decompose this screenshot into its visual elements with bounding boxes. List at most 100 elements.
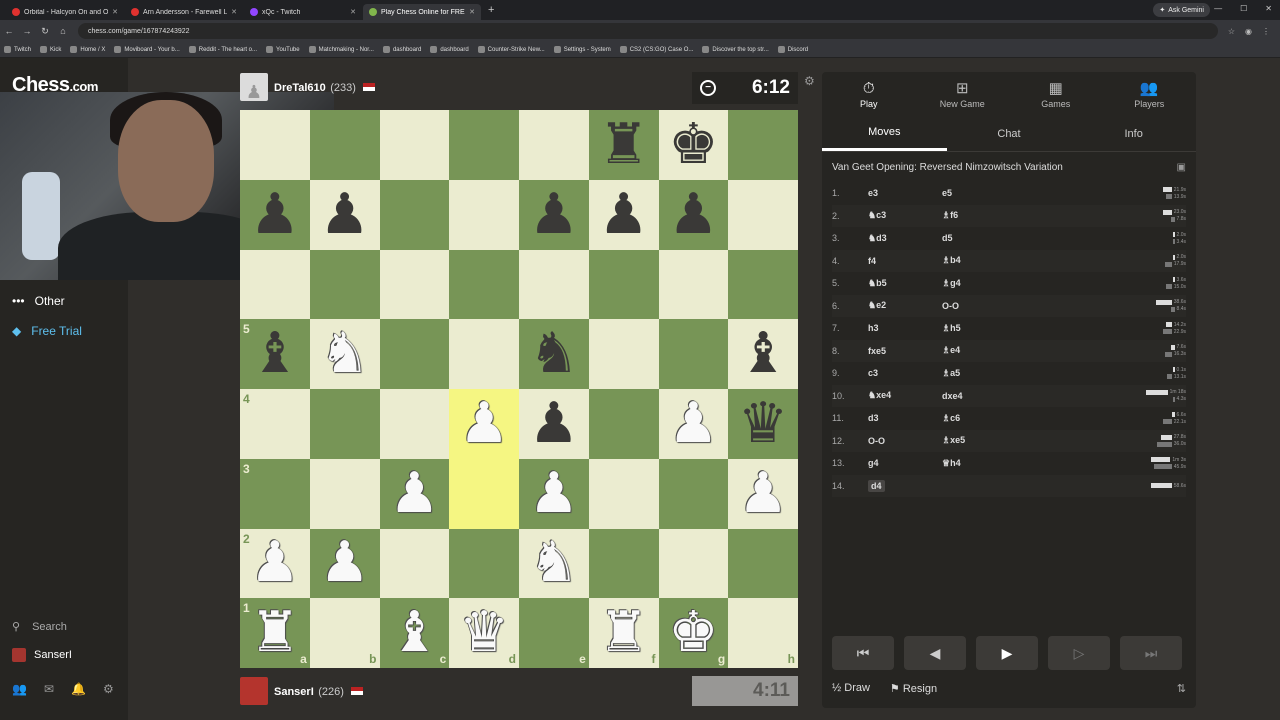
reload-icon[interactable]: ↻ <box>36 26 54 37</box>
board-square[interactable] <box>728 528 798 599</box>
bookmark-item[interactable]: Matchmaking - Nor... <box>308 46 374 53</box>
white-move[interactable]: ♞b5 <box>868 278 942 289</box>
url-input[interactable]: chess.com/game/167874243922 <box>78 23 1218 39</box>
new-tab-button[interactable]: + <box>482 4 500 16</box>
board-square[interactable] <box>379 249 450 320</box>
black-pawn-icon[interactable]: ♟ <box>668 186 718 243</box>
previous-move-button[interactable]: ◀ <box>904 636 966 670</box>
messages-icon[interactable]: ✉ <box>44 682 54 696</box>
black-move[interactable]: ♗f6 <box>942 210 1012 221</box>
board-square[interactable] <box>309 458 380 529</box>
board-square[interactable]: 2 ♟ <box>240 528 310 599</box>
browser-tab[interactable]: Arn Andersson - Farewell Life (✕ <box>125 4 243 20</box>
sidebar-item-free-trial[interactable]: ◆ Free Trial <box>12 324 82 338</box>
board-square[interactable] <box>240 110 310 180</box>
sidebar-search[interactable]: ⚲ Search <box>12 620 67 634</box>
close-tab-icon[interactable]: ✕ <box>350 8 356 16</box>
board-square[interactable] <box>728 179 798 250</box>
white-pawn-icon[interactable]: ♟ <box>459 395 509 452</box>
board-square[interactable]: ♝ <box>728 319 798 389</box>
board-square[interactable]: 4 <box>240 389 310 459</box>
bookmark-star-icon[interactable]: ☆ <box>1228 27 1235 36</box>
white-pawn-icon[interactable]: ♟ <box>529 465 579 522</box>
panel-subtab[interactable]: Chat <box>947 116 1072 151</box>
board-square[interactable] <box>519 110 589 180</box>
close-tab-icon[interactable]: ✕ <box>112 8 118 16</box>
board-square[interactable]: ♜ <box>588 110 659 180</box>
browser-tab[interactable]: xQc - Twitch ✕ <box>244 4 362 20</box>
board-square[interactable] <box>658 249 729 320</box>
board-square[interactable]: 1 a ♜ <box>240 598 310 668</box>
board-square[interactable]: ♚ <box>658 110 729 180</box>
browser-tab[interactable]: Orbital - Halcyon On and O ✕ <box>6 4 124 20</box>
black-bishop-icon[interactable]: ♝ <box>250 326 300 382</box>
bookmark-item[interactable]: dashboard <box>382 46 421 53</box>
bookmark-item[interactable]: Counter-Strike New... <box>477 46 545 53</box>
black-pawn-icon[interactable]: ♟ <box>250 186 300 243</box>
black-pawn-icon[interactable]: ♟ <box>529 186 579 243</box>
bookmark-item[interactable]: Settings - System <box>553 46 611 53</box>
board-square[interactable] <box>449 458 519 529</box>
board-square[interactable]: ♟ <box>588 179 659 250</box>
white-bishop-icon[interactable]: ♝ <box>389 605 439 661</box>
draw-button[interactable]: ½ Draw <box>832 682 870 695</box>
board-square[interactable] <box>588 528 659 599</box>
bookmark-item[interactable]: YouTube <box>266 46 300 53</box>
black-king-icon[interactable]: ♚ <box>668 116 718 173</box>
black-move[interactable]: ♗a5 <box>942 368 1012 379</box>
white-move[interactable]: h3 <box>868 323 942 333</box>
ask-gemini-button[interactable]: ✦ Ask Gemini <box>1153 3 1210 17</box>
minimize-icon[interactable]: — <box>1214 4 1222 13</box>
extension-icon[interactable]: ◉ <box>1245 27 1252 36</box>
board-square[interactable]: ♟ <box>379 458 450 529</box>
black-bishop-icon[interactable]: ♝ <box>738 326 788 382</box>
play-button[interactable]: ▶ <box>976 636 1038 670</box>
black-move[interactable]: d5 <box>942 233 1012 243</box>
board-square[interactable]: ♟ <box>309 528 380 599</box>
bookmark-item[interactable]: Twitch <box>4 46 31 53</box>
white-move[interactable]: fxe5 <box>868 346 942 356</box>
board-square[interactable] <box>519 249 589 320</box>
board-square[interactable] <box>309 389 380 459</box>
board-square[interactable]: c ♝ <box>379 598 450 668</box>
board-square[interactable]: g ♚ <box>658 598 729 668</box>
board-square[interactable] <box>449 528 519 599</box>
white-move[interactable]: g4 <box>868 458 942 468</box>
bookmark-item[interactable]: CS2 (CS:GO) Case O... <box>619 46 693 53</box>
panel-subtab[interactable]: Info <box>1071 116 1196 151</box>
first-move-button[interactable]: ⏮ <box>832 636 894 670</box>
white-king-icon[interactable]: ♚ <box>668 605 718 661</box>
black-move[interactable]: ♗e4 <box>942 345 1012 356</box>
board-square[interactable]: ♟ <box>240 179 310 250</box>
black-pawn-icon[interactable]: ♟ <box>320 186 370 243</box>
black-rook-icon[interactable]: ♜ <box>599 116 649 173</box>
top-player-avatar[interactable]: ♟ <box>240 73 268 101</box>
notifications-icon[interactable]: 🔔 <box>71 682 86 696</box>
next-move-button[interactable]: ▷ <box>1048 636 1110 670</box>
panel-subtab[interactable]: Moves <box>822 116 947 151</box>
sidebar-item-other[interactable]: ••• Other <box>12 294 65 308</box>
bookmark-item[interactable]: Home / X <box>70 46 105 53</box>
board-square[interactable] <box>658 319 729 389</box>
board-square[interactable] <box>588 249 659 320</box>
sidebar-user[interactable]: SanserI <box>12 648 72 662</box>
board-square[interactable] <box>449 249 519 320</box>
menu-icon[interactable]: ⋮ <box>1262 27 1270 36</box>
white-move[interactable]: ♞d3 <box>868 233 942 244</box>
board-square[interactable]: ♛ <box>728 389 798 459</box>
black-pawn-icon[interactable]: ♟ <box>599 186 649 243</box>
board-square[interactable]: e <box>519 598 589 668</box>
board-square[interactable] <box>588 389 659 459</box>
black-move[interactable]: O-O <box>942 301 1012 311</box>
board-square[interactable] <box>728 110 798 180</box>
white-move[interactable]: c3 <box>868 368 942 378</box>
board-settings-icon[interactable]: ⚙ <box>804 74 815 88</box>
board-square[interactable]: ♟ <box>519 179 589 250</box>
board-square[interactable]: 3 <box>240 458 310 529</box>
black-move[interactable]: ♗b4 <box>942 255 1012 266</box>
board-square[interactable] <box>658 458 729 529</box>
black-move[interactable]: ♗g4 <box>942 278 1012 289</box>
panel-tab[interactable]: ⏱ Play <box>822 72 916 116</box>
board-square[interactable] <box>588 319 659 389</box>
board-square[interactable]: ♞ <box>309 319 380 389</box>
